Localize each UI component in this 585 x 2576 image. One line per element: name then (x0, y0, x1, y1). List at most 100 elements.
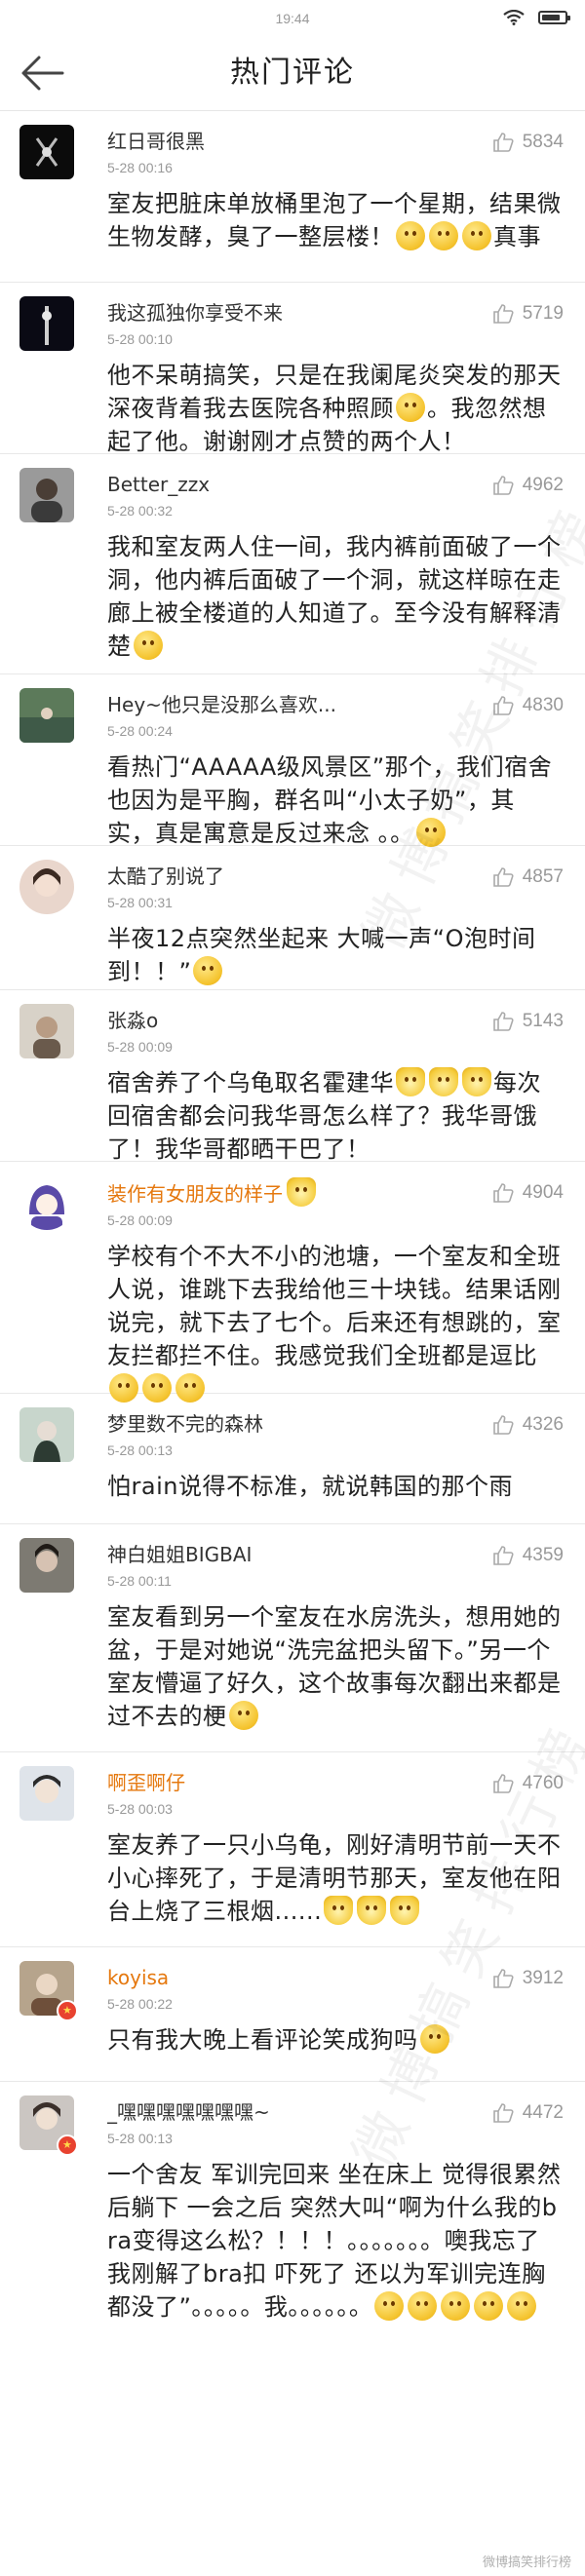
avatar[interactable] (20, 1407, 74, 1462)
comment-text: 只有我大晚上看评论笑成狗吗 (107, 2023, 562, 2057)
verified-badge-icon (57, 2134, 78, 2156)
like-count: 4326 (522, 1414, 564, 1435)
thumbs-up-icon (492, 1969, 514, 1988)
laugh-emoji-icon (507, 2291, 537, 2321)
thumbs-up-icon (492, 1546, 514, 1565)
cat-emoji-icon (396, 1067, 425, 1096)
grin-emoji-icon (228, 1701, 258, 1730)
page: 19:44 热门评论 红日哥很黑 5-28 00:16 5834 室友把脏床单放… (0, 0, 585, 2576)
comment-time: 5-28 00:32 (107, 503, 173, 519)
like-count: 4760 (522, 1773, 564, 1793)
comment-item: Hey~他只是没那么喜欢... 5-28 00:24 4830 看热门“AAAA… (0, 674, 585, 847)
thumbs-up-icon (492, 133, 514, 152)
laugh-emoji-icon (441, 2291, 471, 2321)
comment-item: koyisa 5-28 00:22 3912 只有我大晚上看评论笑成狗吗 (0, 1947, 585, 2082)
comment-item: 啊歪啊仔 5-28 00:03 4760 室友养了一只小乌龟，刚好清明节前一天不… (0, 1752, 585, 1947)
page-title: 热门评论 (230, 56, 355, 90)
comment-text: 半夜12点突然坐起来 大喊一声“O泡时间到！！” (107, 925, 536, 985)
like-button[interactable]: 4472 (491, 2101, 564, 2125)
battery-icon (538, 11, 570, 24)
comment-item: Better_zzx 5-28 00:32 4962 我和室友两人住一间，我内裤… (0, 454, 585, 674)
like-count: 4962 (522, 475, 564, 495)
comment-username[interactable]: 装作有女朋友的样子 (107, 1173, 435, 1209)
thumbs-up-icon (492, 867, 514, 887)
comment-username[interactable]: 我这孤独你享受不来 (107, 294, 435, 327)
like-button[interactable]: 5834 (491, 131, 564, 154)
like-count: 4830 (522, 695, 564, 715)
comment-username[interactable]: 红日哥很黑 (107, 123, 435, 156)
comment-text: 我和室友两人住一间，我内裤前面破了一个洞，他内裤后面破了一个洞，就这样晾在走廊上… (107, 533, 562, 660)
comment-username[interactable]: 啊歪啊仔 (107, 1764, 435, 1797)
avatar[interactable] (20, 468, 74, 522)
like-button[interactable]: 4830 (491, 694, 564, 717)
comment-item: 张淼o 5-28 00:09 5143 宿舍养了个乌龟取名霍建华 每次回宿舍都会问… (0, 990, 585, 1163)
like-button[interactable]: 4904 (491, 1181, 564, 1205)
comment-username[interactable]: koyisa (107, 1959, 435, 1992)
like-button[interactable]: 4962 (491, 474, 564, 497)
cat-emoji-icon (357, 1896, 387, 1925)
comment-time: 5-28 00:10 (107, 331, 173, 347)
comment-time: 5-28 00:16 (107, 160, 173, 175)
like-count: 4857 (522, 866, 564, 887)
like-count: 5719 (522, 303, 564, 324)
avatar[interactable] (20, 1538, 74, 1593)
avatar[interactable] (20, 1766, 74, 1821)
comment-username[interactable]: Hey~他只是没那么喜欢... (107, 686, 435, 719)
comment-time: 5-28 00:09 (107, 1039, 173, 1055)
comment-item: 太酷了别说了 5-28 00:31 4857 半夜12点突然坐起来 大喊一声“O… (0, 846, 585, 990)
smirk-emoji-icon (193, 956, 223, 985)
comment-username[interactable]: 梦里数不完的森林 (107, 1405, 435, 1439)
avatar[interactable] (20, 860, 74, 914)
comment-item: 神白姐姐BIGBAI 5-28 00:11 4359 室友看到另一个室友在水房洗… (0, 1524, 585, 1752)
comment-text: 室友看到另一个室友在水房洗头，想用她的盆，于是对她说“洗完盆把头留下。”另一个室… (107, 1603, 562, 1730)
avatar[interactable] (20, 125, 74, 179)
comment-text: 一个舍友 军训完回来 坐在床上 觉得很累然后躺下 一会之后 突然大叫“啊为什么我… (107, 2161, 562, 2321)
like-button[interactable]: 4359 (491, 1544, 564, 1567)
laugh-emoji-icon (133, 631, 163, 660)
like-button[interactable]: 4326 (491, 1413, 564, 1437)
thumbs-up-icon (492, 1415, 514, 1435)
like-button[interactable]: 5143 (491, 1010, 564, 1033)
cat-emoji-icon (429, 1067, 458, 1096)
comment-username[interactable]: 太酷了别说了 (107, 858, 435, 891)
laugh-emoji-icon (408, 2291, 438, 2321)
like-button[interactable]: 3912 (491, 1967, 564, 1990)
thumbs-up-icon (492, 1774, 514, 1793)
like-button[interactable]: 5719 (491, 302, 564, 326)
nav-bar: 热门评论 (0, 35, 585, 111)
comment-username[interactable]: 张淼o (107, 1002, 435, 1035)
avatar[interactable] (20, 688, 74, 743)
like-button[interactable]: 4857 (491, 865, 564, 889)
avatar[interactable] (20, 1004, 74, 1058)
avatar[interactable] (20, 296, 74, 351)
comment-text: 室友把脏床单放桶里泡了一个星期，结果微生物发酵，臭了一整层楼！ 真事 (107, 190, 562, 250)
comment-time: 5-28 00:31 (107, 895, 173, 910)
comment-username[interactable]: _嘿嘿嘿嘿嘿嘿嘿~ (107, 2094, 435, 2127)
crying-emoji-icon (396, 393, 425, 422)
thumbs-up-icon (492, 2103, 514, 2123)
like-count: 5143 (522, 1011, 564, 1031)
laugh-emoji-icon (374, 2291, 405, 2321)
cat-emoji-icon (287, 1177, 316, 1207)
avatar[interactable] (20, 1175, 74, 1230)
like-count: 5834 (522, 132, 564, 152)
like-count: 4472 (522, 2102, 564, 2123)
laugh-emoji-icon (462, 221, 491, 250)
like-count: 4904 (522, 1182, 564, 1203)
like-button[interactable]: 4760 (491, 1772, 564, 1795)
comment-time: 5-28 00:13 (107, 1442, 173, 1458)
comment-username[interactable]: 神白姐姐BIGBAI (107, 1536, 435, 1569)
comment-item: 我这孤独你享受不来 5-28 00:10 5719 他不呆萌搞笑，只是在我阑尾炎… (0, 283, 585, 455)
comment-time: 5-28 00:22 (107, 1996, 173, 2012)
cat-emoji-icon (462, 1067, 491, 1096)
comment-list: 红日哥很黑 5-28 00:16 5834 室友把脏床单放桶里泡了一个星期，结果… (0, 111, 585, 2326)
comment-time: 5-28 00:13 (107, 2131, 173, 2146)
like-count: 3912 (522, 1968, 564, 1988)
comment-username[interactable]: Better_zzx (107, 466, 435, 499)
thumbs-up-icon (492, 1012, 514, 1031)
comment-time: 5-28 00:11 (107, 1573, 172, 1589)
comment-text: 宿舍养了个乌龟取名霍建华 每次回宿舍都会问我华哥怎么样了？我华哥饿了！我华哥都晒干… (107, 1067, 541, 1163)
status-time: 19:44 (275, 11, 310, 26)
comment-time: 5-28 00:03 (107, 1801, 173, 1817)
comment-item: 梦里数不完的森林 5-28 00:13 4326 怕rain说得不标准，就说韩国… (0, 1394, 585, 1524)
